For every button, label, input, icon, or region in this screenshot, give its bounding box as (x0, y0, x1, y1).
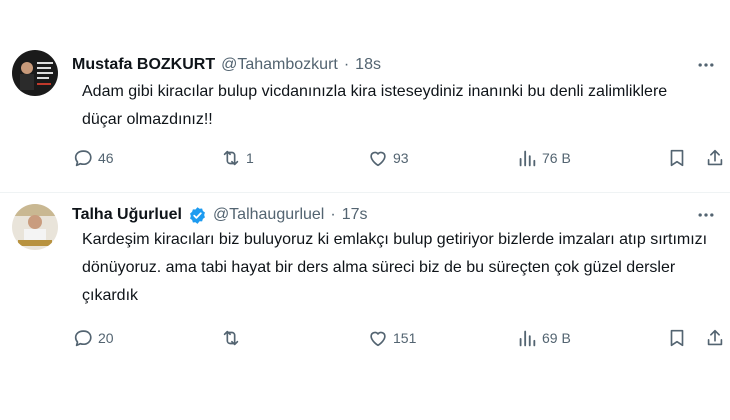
author-name[interactable]: Mustafa BOZKURT (72, 56, 215, 74)
view-count: 69 B (542, 330, 571, 346)
more-icon[interactable] (694, 203, 718, 227)
tweet[interactable]: Mustafa BOZKURT @Tahambozkurt · 18s Adam… (0, 36, 730, 196)
view-count: 76 B (542, 150, 571, 166)
share-button[interactable] (704, 324, 726, 352)
bookmark-button[interactable] (666, 144, 688, 172)
author-handle[interactable]: @Talhaugurluel (213, 206, 324, 224)
timestamp[interactable]: 17s (342, 206, 368, 224)
action-bar: 46 1 93 76 B (72, 144, 723, 172)
separator-dot: · (343, 56, 350, 73)
retweet-count: 1 (246, 150, 254, 166)
tweet[interactable]: Talha Uğurluel @Talhaugurluel · 17s Kard… (0, 192, 730, 372)
share-icon (707, 149, 723, 166)
share-button[interactable] (704, 144, 726, 172)
author-name[interactable]: Talha Uğurluel (72, 206, 182, 224)
retweet-button[interactable]: 1 (220, 144, 254, 172)
tweet-text: Kardeşim kiracıları biz buluyoruz ki eml… (82, 231, 708, 304)
separator-dot: · (330, 206, 336, 223)
share-icon (707, 329, 723, 346)
like-button[interactable]: 151 (367, 324, 416, 352)
bookmark-button[interactable] (666, 324, 688, 352)
reply-count: 20 (98, 330, 114, 346)
avatar[interactable] (12, 204, 58, 250)
bookmark-icon (670, 329, 684, 347)
tweet-header: Talha Uğurluel @Talhaugurluel · 17s (72, 203, 367, 227)
views-button[interactable]: 76 B (516, 144, 571, 172)
views-icon (519, 150, 536, 167)
like-count: 151 (393, 330, 417, 346)
reply-button[interactable]: 46 (72, 144, 114, 172)
like-icon (370, 331, 386, 347)
reply-icon (74, 150, 92, 167)
tweet-header: Mustafa BOZKURT @Tahambozkurt · 18s (72, 53, 381, 77)
like-count: 93 (393, 150, 409, 166)
retweet-button[interactable] (220, 324, 246, 352)
author-handle[interactable]: @Tahambozkurt (221, 56, 338, 74)
reply-icon (74, 330, 92, 347)
bookmark-icon (670, 149, 684, 167)
retweet-icon (223, 330, 239, 346)
reply-button[interactable]: 20 (72, 324, 114, 352)
tweet-text: Adam gibi kiracılar bulup vicdanınızla k… (82, 83, 668, 128)
action-bar: 20 151 69 B (72, 324, 723, 352)
verified-badge-icon (189, 206, 205, 224)
views-button[interactable]: 69 B (516, 324, 571, 352)
retweet-icon (223, 150, 239, 166)
avatar[interactable] (12, 50, 58, 96)
reply-count: 46 (98, 150, 114, 166)
timestamp[interactable]: 18s (355, 56, 381, 74)
like-icon (370, 151, 386, 167)
more-icon[interactable] (694, 53, 718, 77)
views-icon (519, 330, 536, 347)
like-button[interactable]: 93 (367, 144, 409, 172)
